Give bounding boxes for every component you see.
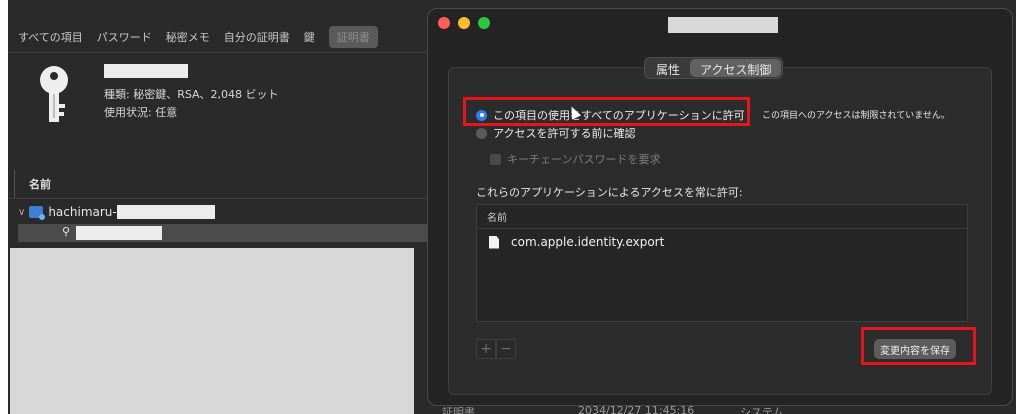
- list-item[interactable]: com.apple.identity.export: [477, 229, 967, 255]
- list-column-header[interactable]: 名前 ⌄: [14, 170, 436, 198]
- dialog-titlebar: [428, 9, 1012, 37]
- app-name: com.apple.identity.export: [511, 235, 665, 249]
- remove-app-button[interactable]: −: [496, 339, 516, 359]
- require-password-label: キーチェーンパスワードを要求: [507, 153, 661, 166]
- category-tabbar: すべての項目 パスワード 秘密メモ 自分の証明書 鍵 証明書: [8, 22, 428, 52]
- segmented-control: 属性 アクセス制御: [644, 57, 784, 79]
- item-kind: 種類: 秘密鍵、RSA、2,048 ビット: [104, 88, 279, 101]
- require-password-checkbox[interactable]: [490, 153, 501, 165]
- certificate-row[interactable]: ∨ hachimaru-: [18, 205, 215, 220]
- dialog-title-redacted: [668, 17, 778, 33]
- require-password-option[interactable]: キーチェーンパスワードを要求: [490, 151, 660, 167]
- apps-table-header[interactable]: 名前: [477, 205, 967, 229]
- item-name-redacted: [104, 64, 188, 78]
- certificate-name-redacted: [116, 205, 215, 219]
- key-name-redacted: [76, 226, 162, 240]
- small-key-icon: ⚲: [62, 225, 71, 238]
- add-remove-controls: + −: [476, 339, 516, 359]
- zoom-button[interactable]: [478, 17, 490, 29]
- highlight-allow-all: [463, 97, 750, 126]
- tab-keys[interactable]: 鍵: [304, 29, 315, 45]
- item-usage: 使用状況: 任意: [104, 106, 178, 119]
- confirm-label: アクセスを許可する前に確認: [493, 127, 636, 140]
- apps-table: 名前 com.apple.identity.export: [476, 204, 968, 322]
- tab-secure-notes[interactable]: 秘密メモ: [166, 29, 210, 45]
- highlight-save-button: [861, 327, 976, 365]
- tabbar-divider: [8, 52, 428, 53]
- access-note: この項目へのアクセスは制限されていません。: [762, 111, 951, 121]
- file-icon: [489, 235, 499, 249]
- tab-all-items[interactable]: すべての項目: [18, 29, 83, 45]
- tab-passwords[interactable]: パスワード: [97, 29, 152, 45]
- column-name-label: 名前: [29, 178, 51, 191]
- list-header-divider: [8, 198, 428, 199]
- confirm-option[interactable]: アクセスを許可する前に確認: [476, 125, 635, 141]
- certificate-icon: [29, 206, 46, 220]
- redacted-list-area: [10, 248, 414, 414]
- certificate-name: hachimaru-: [48, 205, 117, 219]
- tab-my-certificates[interactable]: 自分の証明書: [224, 29, 290, 45]
- selected-key-row[interactable]: ⚲: [18, 224, 428, 242]
- close-button[interactable]: [438, 17, 450, 29]
- tab-access-control[interactable]: アクセス制御: [690, 59, 782, 77]
- key-icon: [40, 66, 68, 122]
- minimize-button[interactable]: [458, 17, 470, 29]
- apps-label: これらのアプリケーションによるアクセスを常に許可:: [476, 186, 743, 199]
- tab-certificates[interactable]: 証明書: [328, 26, 378, 48]
- disclosure-chevron-icon[interactable]: ∨: [18, 207, 25, 218]
- radio-confirm[interactable]: [476, 127, 487, 139]
- tab-attributes[interactable]: 属性: [646, 59, 690, 77]
- add-app-button[interactable]: +: [476, 339, 496, 359]
